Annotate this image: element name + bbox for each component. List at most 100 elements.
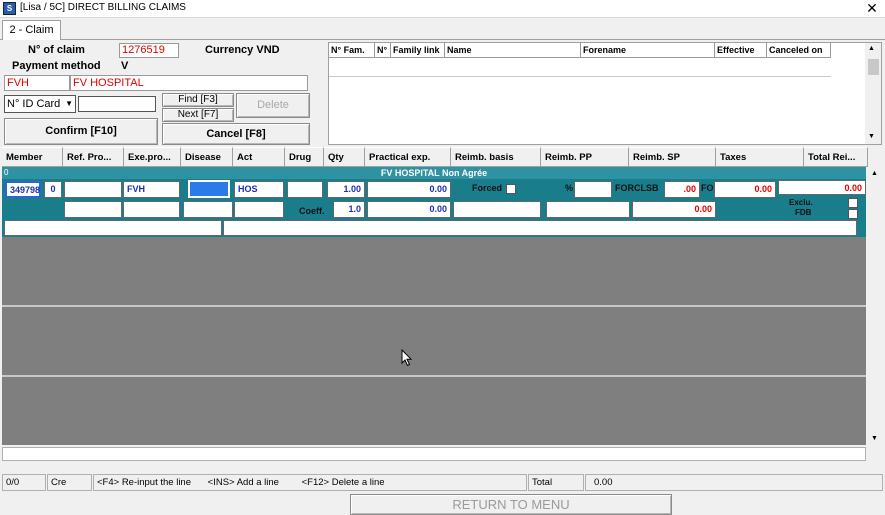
total-input[interactable]: 0.00	[778, 180, 866, 195]
ref-pro-row2[interactable]	[64, 201, 122, 218]
col-header-member[interactable]: Member	[2, 147, 63, 167]
family-empty-row	[329, 58, 831, 77]
family-table: N° Fam. N° Family link Name Forename Eff…	[328, 42, 882, 145]
grid-scrollbar[interactable]: ▲ ▼	[868, 167, 883, 447]
next-button[interactable]: Next [F7]	[162, 108, 234, 122]
scroll-thumb[interactable]	[868, 59, 879, 75]
ref-pro-input[interactable]	[64, 181, 122, 198]
delete-button[interactable]: Delete	[236, 93, 310, 118]
status-counter: 0/0	[2, 474, 46, 491]
title-bar: S [Lisa / 5C] DIRECT BILLING CLAIMS ✕	[0, 0, 885, 18]
act-row2[interactable]	[234, 201, 284, 218]
grid-row-empty[interactable]	[2, 237, 866, 306]
currency-label: Currency VND	[205, 44, 280, 56]
scroll-down-icon[interactable]: ▼	[871, 435, 878, 442]
forced-label: Forced	[472, 183, 503, 193]
status-mode: Cre	[47, 474, 92, 491]
grid-row-empty[interactable]	[2, 307, 866, 375]
find-button[interactable]: Find [F3]	[162, 93, 234, 107]
mouse-cursor-icon	[401, 349, 413, 367]
family-col-header[interactable]: Family link	[391, 43, 445, 58]
col-header-exe-pro[interactable]: Exe.pro...	[124, 147, 181, 167]
family-col-header[interactable]: Name	[445, 43, 581, 58]
payment-method-value: V	[121, 60, 129, 72]
family-scrollbar[interactable]: ▲ ▼	[865, 43, 881, 144]
close-icon[interactable]: ✕	[862, 0, 882, 18]
col-header-qty[interactable]: Qty	[324, 147, 365, 167]
forced-checkbox[interactable]	[506, 184, 516, 194]
exe-pro-input[interactable]: FVH	[123, 181, 180, 198]
qty-input[interactable]: 1.00	[327, 181, 365, 198]
col-header-total[interactable]: Total Rei...	[804, 147, 868, 167]
col-header-reimb-pp[interactable]: Reimb. PP	[541, 147, 629, 167]
line-comment-left[interactable]	[4, 220, 222, 236]
family-col-header[interactable]: N°	[375, 43, 391, 58]
line-comment-right[interactable]	[223, 220, 857, 236]
exe-pro-row2[interactable]	[123, 201, 180, 218]
family-col-header[interactable]: Canceled on	[767, 43, 831, 58]
scroll-down-icon[interactable]: ▼	[868, 133, 875, 140]
sp-row2-input[interactable]: 0.00	[632, 201, 716, 218]
family-col-header[interactable]: Forename	[581, 43, 715, 58]
status-total-label: Total	[528, 474, 584, 491]
col-header-act[interactable]: Act	[233, 147, 285, 167]
app-icon: S	[3, 2, 16, 15]
chevron-down-icon: ▼	[65, 99, 73, 108]
fdb-checkbox[interactable]	[848, 209, 858, 219]
grid-row-empty[interactable]	[2, 377, 866, 445]
col-header-disease[interactable]: Disease	[181, 147, 233, 167]
provider-name-field[interactable]: FV HOSPITAL	[70, 75, 308, 91]
disease-input[interactable]	[188, 180, 230, 198]
id-type-select[interactable]: N° ID Card ▼	[4, 95, 76, 113]
reimb-basis-row2[interactable]	[453, 201, 541, 218]
scroll-up-icon[interactable]: ▲	[871, 170, 878, 177]
id-type-value: N° ID Card	[7, 98, 61, 110]
fo-label: FO	[701, 183, 714, 193]
status-hints: <F4> Re-input the line <INS> Add a line …	[93, 474, 527, 491]
line-index: 0	[4, 168, 9, 177]
hint-f12: <F12> Delete a line	[301, 477, 385, 488]
col-header-taxes[interactable]: Taxes	[716, 147, 804, 167]
member-seq-input[interactable]: 0	[44, 181, 62, 198]
window-title: [Lisa / 5C] DIRECT BILLING CLAIMS	[20, 2, 186, 13]
basis-row2-input[interactable]: 0.00	[367, 201, 451, 218]
horizontal-strip	[2, 447, 866, 461]
tab-strip: 2 - Claim	[0, 18, 885, 40]
col-header-reimb-basis[interactable]: Reimb. basis	[451, 147, 541, 167]
act-input[interactable]: HOS	[234, 181, 284, 198]
return-to-menu-button[interactable]: RETURN TO MENU	[350, 494, 672, 515]
col-header-reimb-sp[interactable]: Reimb. SP	[629, 147, 716, 167]
col-header-ref-pro[interactable]: Ref. Pro...	[63, 147, 124, 167]
exclu-label: Exclu.	[789, 198, 813, 207]
col-header-practical-exp[interactable]: Practical exp.	[365, 147, 451, 167]
claim-number-field[interactable]: 1276519	[119, 43, 179, 58]
reimb-pp-row2[interactable]	[546, 201, 630, 218]
reimb-sp-input[interactable]: 0.00	[714, 181, 776, 198]
fdb-label: FDB	[795, 208, 812, 217]
scroll-up-icon[interactable]: ▲	[868, 45, 875, 52]
confirm-button[interactable]: Confirm [F10]	[4, 118, 158, 145]
member-input[interactable]: 349798	[5, 181, 41, 198]
family-col-header[interactable]: Effective	[715, 43, 767, 58]
reimb-pp-input[interactable]: .00	[664, 181, 700, 198]
status-total-value: 0.00	[585, 474, 883, 491]
cancel-button[interactable]: Cancel [F8]	[162, 123, 310, 145]
line-banner: FV HOSPITAL Non Agrée	[2, 167, 866, 179]
drug-input[interactable]	[287, 181, 323, 198]
pct-label: %	[565, 183, 574, 193]
tab-claim[interactable]: 2 - Claim	[2, 20, 61, 40]
id-value-input[interactable]	[78, 96, 156, 112]
exclu-checkbox[interactable]	[848, 198, 858, 208]
practical-exp-input[interactable]: 0.00	[367, 181, 451, 198]
col-header-drug[interactable]: Drug	[285, 147, 324, 167]
pct-input[interactable]	[574, 181, 612, 198]
provider-code-field[interactable]: FVH	[4, 75, 70, 91]
hint-f4: <F4> Re-input the line	[97, 477, 192, 488]
coeff-label: Coeff.	[299, 206, 325, 216]
payment-method-label: Payment method	[12, 60, 101, 72]
disease-row2[interactable]	[183, 201, 233, 218]
claim-number-label: N° of claim	[28, 44, 85, 56]
family-col-header[interactable]: N° Fam.	[329, 43, 375, 58]
hint-ins: <INS> Add a line	[207, 477, 279, 488]
coeff-input[interactable]: 1.0	[333, 201, 365, 218]
